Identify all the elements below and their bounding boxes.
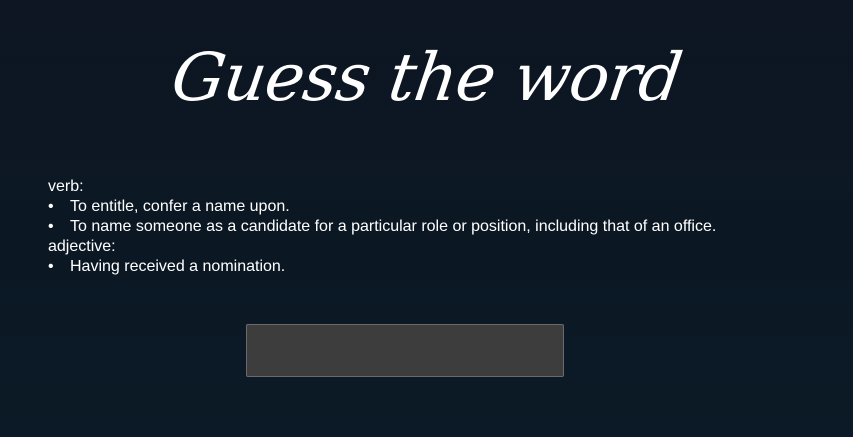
definition-text: Having received a nomination.	[70, 258, 286, 275]
definition-text: To name someone as a candidate for a par…	[70, 218, 717, 235]
guess-input[interactable]	[246, 324, 564, 377]
definition-item: • To name someone as a candidate for a p…	[48, 217, 828, 237]
bullet-icon: •	[48, 218, 54, 235]
definition-list: • Having received a nomination.	[48, 257, 828, 277]
part-of-speech-label: adjective:	[48, 238, 116, 255]
definition-item: • To entitle, confer a name upon.	[48, 197, 828, 217]
definition-list: • To entitle, confer a name upon. • To n…	[48, 197, 828, 237]
definitions-panel: verb: • To entitle, confer a name upon. …	[48, 177, 828, 277]
bullet-icon: •	[48, 258, 54, 275]
bullet-icon: •	[48, 198, 54, 215]
part-of-speech-label: verb:	[48, 178, 84, 195]
page-title: Guess the word	[167, 39, 687, 116]
definition-item: • Having received a nomination.	[48, 257, 828, 277]
definition-text: To entitle, confer a name upon.	[70, 198, 290, 215]
